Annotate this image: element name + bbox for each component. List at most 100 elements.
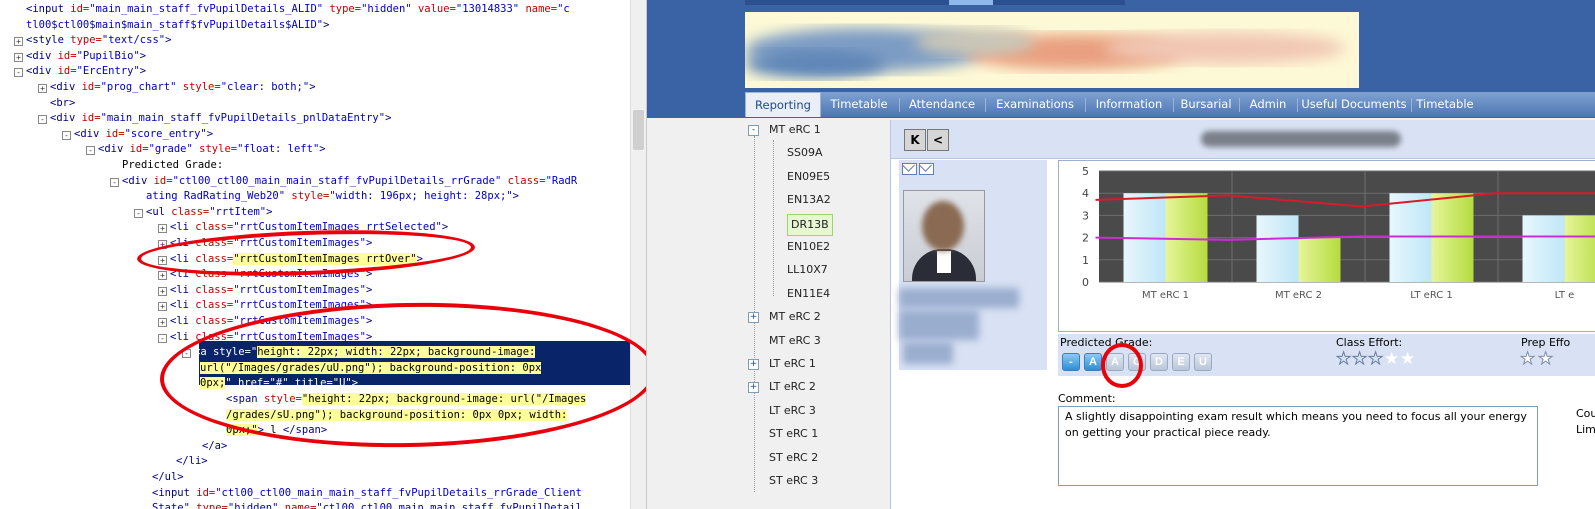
- dom-node-line[interactable]: Predicted Grade:: [122, 158, 223, 174]
- nav-tab-useful-documents[interactable]: Useful Documents: [1297, 92, 1411, 117]
- inspector-scrollbar-thumb[interactable]: [633, 110, 644, 150]
- dom-node-line[interactable]: <div id="grade" style="float: left">: [98, 142, 326, 158]
- chart-x-tick-label: LT eRC 1: [1410, 290, 1453, 301]
- annotation-oval-grade: [1101, 343, 1143, 388]
- tree-collapse-icon[interactable]: -: [748, 125, 759, 136]
- nav-tab-attendance[interactable]: Attendance: [899, 92, 985, 117]
- dom-node-line[interactable]: <div id="ErcEntry">: [26, 64, 146, 80]
- nav-tab-timetable[interactable]: Timetable: [1411, 92, 1479, 117]
- progress-chart: 0 1 2 3 4 5 MT eRC 1 MT eRC 2 LT eRC 1 LT e: [1058, 160, 1595, 332]
- effort-star-icon[interactable]: ★: [1367, 350, 1383, 368]
- prep-effort-star-icon[interactable]: ★: [1537, 350, 1553, 368]
- effort-star-icon[interactable]: ★: [1400, 351, 1415, 368]
- dom-node-line[interactable]: <li class="rrtCustomItemImages">: [170, 283, 372, 299]
- dom-node-line[interactable]: <br>: [50, 96, 75, 112]
- first-record-button[interactable]: K: [904, 129, 926, 151]
- collapse-node-icon[interactable]: -: [62, 130, 71, 140]
- dom-node-line[interactable]: tl00$ctl00$main$main_staff$fvPupilDetail…: [26, 18, 329, 34]
- tree-item-label: DR13B: [787, 213, 833, 236]
- effort-star-icon[interactable]: ★: [1335, 350, 1351, 368]
- nav-tab-bursarial[interactable]: Bursarial: [1173, 92, 1239, 117]
- bio-details-blurred: [899, 288, 1019, 308]
- tree-item-label: LT eRC 3: [769, 403, 816, 417]
- main-nav-bar: Reporting Timetable Attendance Examinations…: [745, 92, 1595, 117]
- top-nav-active-item: [949, 0, 993, 5]
- dom-node-line[interactable]: <style type="text/css">: [26, 33, 171, 49]
- pupil-photo: [903, 190, 985, 282]
- expand-node-icon[interactable]: +: [38, 84, 47, 93]
- nav-tab-timetable[interactable]: Timetable: [819, 92, 899, 117]
- student-name-blurred: [1201, 131, 1401, 147]
- report-tree: - MT eRC 1 SS09A EN09E5 EN13A2 DR13B EN10E2 LL1…: [745, 120, 890, 509]
- course-info-cutoff: Cou Lim: [1576, 407, 1595, 436]
- chart-x-tick-label: MT eRC 2: [1275, 290, 1322, 301]
- bio-details-blurred: [899, 310, 979, 340]
- chart-bar: [1431, 193, 1474, 282]
- grade-button[interactable]: E: [1172, 353, 1190, 371]
- school-app-window: Reporting Timetable Attendance Examinations…: [647, 0, 1595, 509]
- collapse-node-icon[interactable]: -: [86, 146, 95, 156]
- dom-node-line[interactable]: </a>: [202, 439, 227, 455]
- nav-tab-reporting[interactable]: Reporting: [745, 92, 821, 117]
- pager-bar: K <: [891, 120, 1595, 159]
- grade-button[interactable]: D: [1150, 353, 1168, 371]
- grade-button[interactable]: -: [1062, 353, 1080, 371]
- expand-node-icon[interactable]: +: [158, 318, 167, 327]
- collapse-node-icon[interactable]: -: [110, 177, 119, 187]
- dom-node-line[interactable]: <div id="main_main_staff_fvPupilDetails_…: [50, 111, 391, 127]
- grade-button[interactable]: A: [1084, 353, 1102, 371]
- previous-record-button[interactable]: <: [927, 129, 949, 151]
- mail-icon[interactable]: [902, 163, 917, 175]
- prep-effort-star-icon[interactable]: ★: [1519, 350, 1535, 368]
- chart-x-tick-label: MT eRC 1: [1142, 290, 1189, 301]
- effort-star-icon[interactable]: ★: [1351, 350, 1367, 368]
- nav-tab-admin[interactable]: Admin: [1239, 92, 1297, 117]
- chart-bar: [1564, 215, 1595, 282]
- progress-chart-svg: 0 1 2 3 4 5 MT eRC 1 MT eRC 2 LT eRC 1 LT e: [1082, 165, 1595, 301]
- expand-node-icon[interactable]: +: [158, 271, 167, 281]
- top-nav-strip: [745, 0, 1125, 5]
- nav-tab-examinations[interactable]: Examinations: [985, 92, 1085, 117]
- tree-expand-icon[interactable]: +: [748, 312, 759, 324]
- dom-node-line[interactable]: </li>: [176, 454, 208, 470]
- dom-node-line[interactable]: <ul class="rrtItem">: [146, 205, 272, 221]
- expand-node-icon[interactable]: +: [14, 52, 23, 62]
- dom-node-line[interactable]: <div id="PupilBio">: [26, 49, 146, 65]
- grade-button[interactable]: U: [1194, 353, 1212, 371]
- dom-node-line[interactable]: <input id="ctl00_ctl00_main_main_staff_f…: [152, 486, 582, 502]
- dom-node-line[interactable]: <div id="prog_chart" style="clear: both;…: [50, 80, 316, 96]
- tree-expand-icon[interactable]: +: [748, 382, 759, 394]
- chart-y-tick-label: 4: [1082, 187, 1089, 200]
- expand-node-icon[interactable]: +: [158, 302, 167, 312]
- dom-node-line[interactable]: State" type="hidden" name="ctl00_ctl00_m…: [152, 501, 582, 509]
- collapse-node-icon[interactable]: -: [38, 115, 47, 125]
- dom-node-line[interactable]: </ul>: [152, 470, 184, 486]
- tree-item-label: ST eRC 3: [769, 474, 819, 487]
- expand-node-icon[interactable]: +: [14, 37, 23, 47]
- tree-item-label: EN13A2: [787, 193, 831, 207]
- chart-y-tick-label: 2: [1082, 232, 1089, 245]
- nav-tab-information[interactable]: Information: [1085, 92, 1173, 117]
- mail-icon[interactable]: [919, 163, 934, 175]
- prep-effort-label: Prep Effo: [1521, 336, 1571, 349]
- pupil-bio-column: [899, 160, 1047, 370]
- dom-node-line[interactable]: <input id="main_main_staff_fvPupilDetail…: [26, 2, 570, 18]
- collapse-node-icon[interactable]: -: [158, 333, 167, 343]
- tree-expand-icon[interactable]: +: [748, 359, 759, 370]
- collapse-node-icon[interactable]: -: [14, 68, 23, 78]
- tree-item-label: EN11E4: [787, 286, 831, 300]
- inspector-scrollbar[interactable]: [630, 0, 646, 509]
- tree-item-label: ST eRC 2: [769, 450, 819, 464]
- dom-node-line[interactable]: ating RadRating_Web20" style="width: 196…: [146, 189, 519, 205]
- comment-textarea[interactable]: A slightly disappointing exam result whi…: [1058, 406, 1538, 486]
- expand-node-icon[interactable]: +: [158, 224, 167, 234]
- dom-node-line[interactable]: <div id="score_entry">: [74, 127, 213, 143]
- bio-details-blurred: [903, 342, 953, 364]
- effort-star-icon[interactable]: ★: [1384, 351, 1399, 368]
- expand-node-icon[interactable]: +: [158, 286, 167, 296]
- tree-item-label: EN09E5: [787, 169, 831, 183]
- dom-node-line[interactable]: <div id="ctl00_ctl00_main_main_staff_fvP…: [122, 174, 577, 190]
- chart-x-tick-label: LT e: [1555, 290, 1575, 301]
- tree-item-label: EN10E2: [787, 240, 831, 253]
- collapse-node-icon[interactable]: -: [134, 208, 143, 218]
